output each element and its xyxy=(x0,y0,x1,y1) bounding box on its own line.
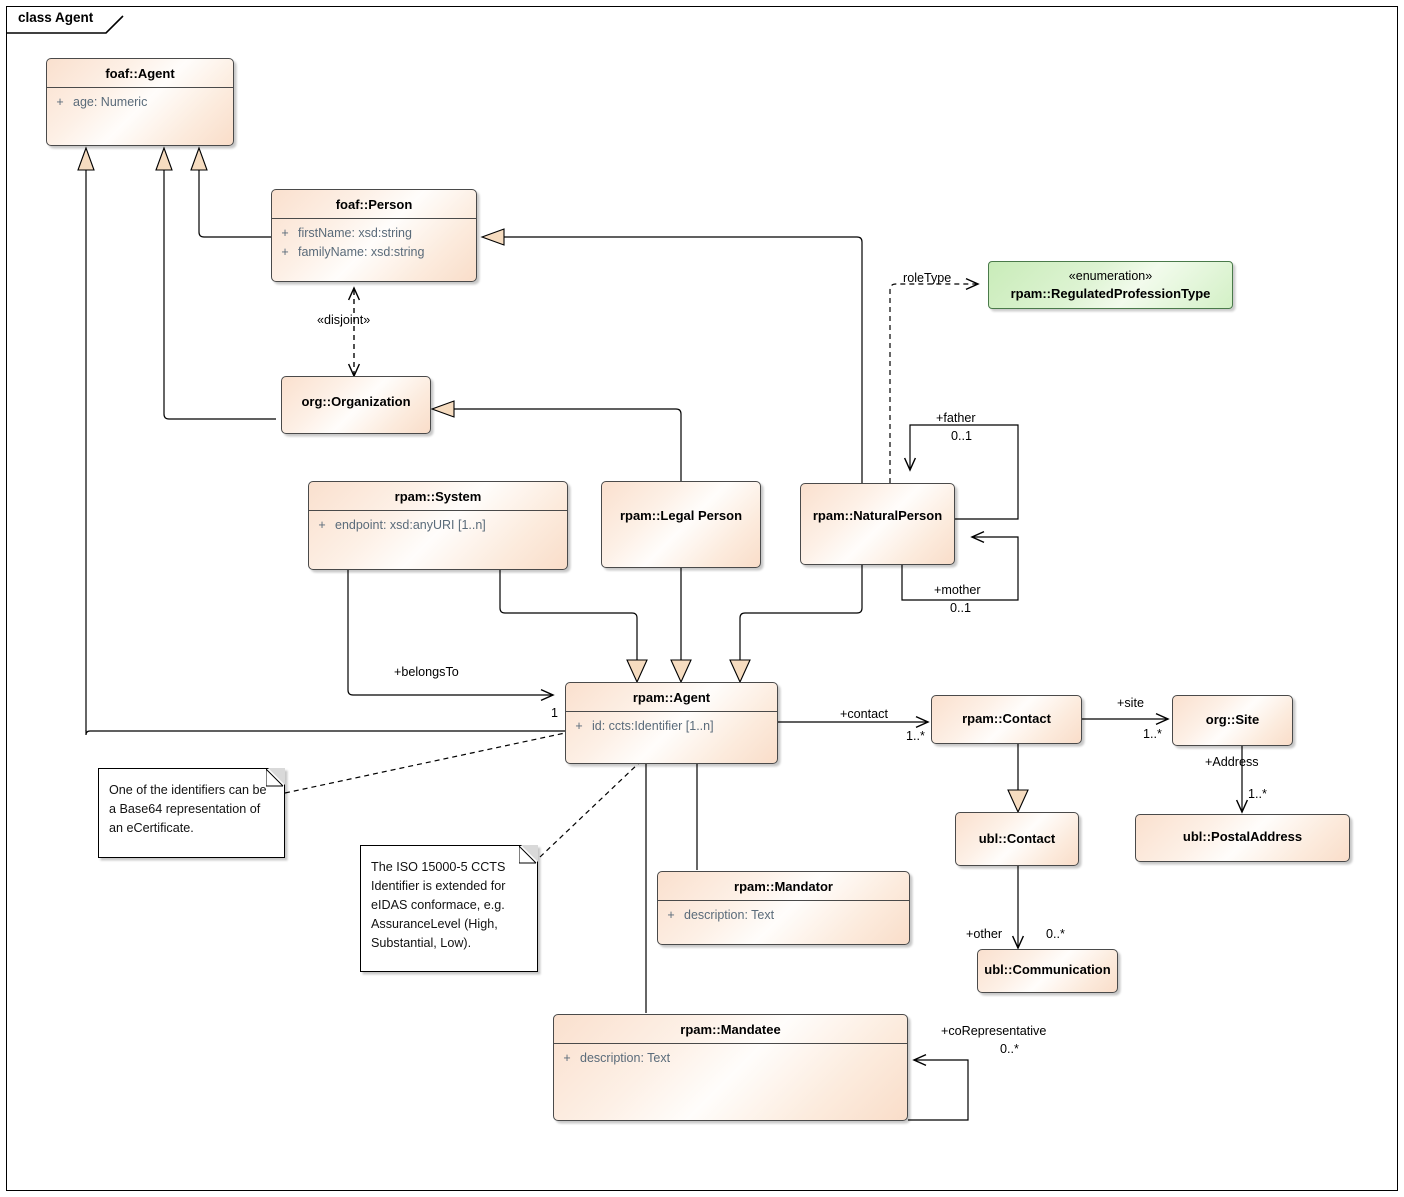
class-name: rpam::Mandatee xyxy=(554,1015,907,1044)
attribute-text: familyName: xsd:string xyxy=(298,245,425,259)
class-box-rpam-legal-person[interactable]: rpam::Legal Person xyxy=(601,481,761,568)
class-attribute: + age: Numeric xyxy=(47,93,233,112)
class-name: rpam::System xyxy=(309,482,567,511)
label-address: +Address xyxy=(1205,755,1259,769)
label-father-multiplicity: 0..1 xyxy=(951,429,973,443)
class-name: rpam::NaturalPerson xyxy=(812,508,943,523)
class-attributes: + age: Numeric xyxy=(47,88,233,112)
label-corepresentative-multiplicity: 0..* xyxy=(1000,1042,1019,1056)
attribute-text: id: ccts:Identifier [1..n] xyxy=(592,719,714,733)
attribute-visibility: + xyxy=(56,95,64,109)
class-attributes: + description: Text xyxy=(554,1044,907,1068)
class-box-org-site[interactable]: org::Site xyxy=(1172,695,1293,746)
label-address-multiplicity: 1..* xyxy=(1248,787,1267,801)
class-name: ubl::Contact xyxy=(978,831,1056,846)
class-box-rpam-contact[interactable]: rpam::Contact xyxy=(931,695,1082,744)
note-body: The ISO 15000-5 CCTS Identifier is exten… xyxy=(371,860,506,950)
label-site-multiplicity: 1..* xyxy=(1143,727,1162,741)
attribute-text: firstName: xsd:string xyxy=(298,226,412,240)
label-other: +other xyxy=(966,927,1003,941)
attribute-visibility: + xyxy=(281,245,289,259)
class-name: rpam::Legal Person xyxy=(619,508,743,523)
attribute-text: description: Text xyxy=(580,1051,671,1065)
class-attribute: + description: Text xyxy=(554,1049,907,1068)
class-attribute: + familyName: xsd:string xyxy=(272,243,476,262)
class-attributes: + firstName: xsd:string + familyName: xsd:… xyxy=(272,219,476,262)
note-body: One of the identifiers can be a Base64 r… xyxy=(109,783,267,835)
class-box-rpam-mandator[interactable]: rpam::Mandator + description: Text xyxy=(657,871,910,945)
label-mother: +mother xyxy=(934,583,981,597)
diagram-title: class Agent xyxy=(18,10,94,25)
label-corepresentative: +coRepresentative xyxy=(941,1024,1047,1038)
class-name: org::Organization xyxy=(301,394,411,409)
class-attributes: + endpoint: xsd:anyURI [1..n] xyxy=(309,511,567,535)
class-name: foaf::Agent xyxy=(47,59,233,88)
class-box-foaf-agent[interactable]: foaf::Agent + age: Numeric xyxy=(46,58,234,146)
label-contact: +contact xyxy=(840,707,888,721)
attribute-visibility: + xyxy=(318,518,326,532)
label-site: +site xyxy=(1117,696,1144,710)
class-box-org-organization[interactable]: org::Organization xyxy=(281,376,431,434)
class-name: ubl::Communication xyxy=(984,962,1111,977)
class-name: org::Site xyxy=(1205,712,1260,727)
class-box-rpam-agent[interactable]: rpam::Agent + id: ccts:Identifier [1..n] xyxy=(565,682,778,764)
label-contact-multiplicity: 1..* xyxy=(906,729,925,743)
class-name: rpam::Mandator xyxy=(658,872,909,901)
attribute-text: endpoint: xsd:anyURI [1..n] xyxy=(335,518,486,532)
label-mother-multiplicity: 0..1 xyxy=(950,601,972,615)
label-belongsto: +belongsTo xyxy=(394,665,459,679)
class-attributes: + description: Text xyxy=(658,901,909,925)
class-name: rpam::Agent xyxy=(566,683,777,712)
attribute-visibility: + xyxy=(281,226,289,240)
class-box-ubl-postaladdress[interactable]: ubl::PostalAddress xyxy=(1135,814,1350,862)
note-ccts[interactable]: The ISO 15000-5 CCTS Identifier is exten… xyxy=(360,845,538,972)
class-box-rpam-mandatee[interactable]: rpam::Mandatee + description: Text xyxy=(553,1014,908,1121)
uml-diagram-canvas: class Agent foaf::Agent + age: Numeric f… xyxy=(0,0,1404,1197)
class-box-ubl-communication[interactable]: ubl::Communication xyxy=(977,949,1118,993)
class-name: foaf::Person xyxy=(272,190,476,219)
label-other-multiplicity: 0..* xyxy=(1046,927,1065,941)
class-attribute: + endpoint: xsd:anyURI [1..n] xyxy=(309,516,567,535)
attribute-visibility: + xyxy=(575,719,583,733)
class-attributes: + id: ccts:Identifier [1..n] xyxy=(566,712,777,736)
class-name: rpam::Contact xyxy=(962,711,1051,726)
attribute-visibility: + xyxy=(563,1051,571,1065)
class-attribute: + id: ccts:Identifier [1..n] xyxy=(566,717,777,736)
label-roletype: roleType xyxy=(903,271,952,285)
class-attribute: + description: Text xyxy=(658,906,909,925)
class-box-rpam-naturalperson[interactable]: rpam::NaturalPerson xyxy=(800,483,955,565)
class-box-rpam-system[interactable]: rpam::System + endpoint: xsd:anyURI [1..n… xyxy=(308,481,568,570)
enum-name: rpam::RegulatedProfessionType xyxy=(1010,286,1211,301)
attribute-text: description: Text xyxy=(684,908,775,922)
class-name: ubl::PostalAddress xyxy=(1182,829,1303,844)
label-disjoint: «disjoint» xyxy=(317,313,371,327)
class-attribute: + firstName: xsd:string xyxy=(272,224,476,243)
label-belongsto-multiplicity: 1 xyxy=(551,706,559,720)
enum-box-rpam-regulatedprofessiontype[interactable]: «enumeration» rpam::RegulatedProfessionT… xyxy=(988,261,1233,309)
attribute-visibility: + xyxy=(667,908,675,922)
diagram-frame-tab: class Agent xyxy=(6,6,124,34)
note-ecertificate[interactable]: One of the identifiers can be a Base64 r… xyxy=(98,768,285,858)
attribute-text: age: Numeric xyxy=(73,95,148,109)
enum-stereotype: «enumeration» xyxy=(1068,269,1153,283)
label-father: +father xyxy=(936,411,976,425)
class-box-foaf-person[interactable]: foaf::Person + firstName: xsd:string + fam… xyxy=(271,189,477,282)
class-box-ubl-contact[interactable]: ubl::Contact xyxy=(955,812,1079,866)
